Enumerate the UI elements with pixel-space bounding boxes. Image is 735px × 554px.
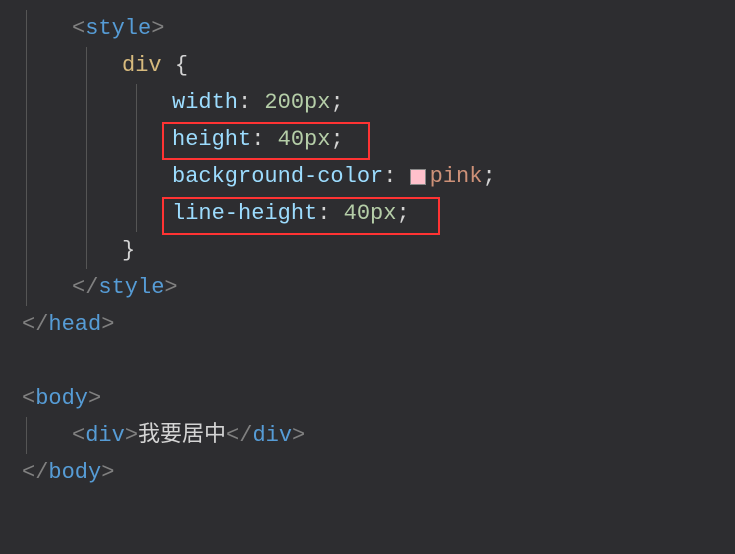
code-line[interactable]: </head> — [0, 306, 735, 343]
tag-div-close: div — [252, 417, 292, 454]
css-property: width — [172, 84, 238, 121]
tag-close-bracket: > — [292, 417, 305, 454]
code-line[interactable]: background-color: pink; — [0, 158, 735, 195]
css-colon: : — [317, 195, 343, 232]
tag-style: style — [85, 10, 151, 47]
css-value: 200px — [264, 84, 330, 121]
css-brace-close: } — [122, 232, 135, 269]
code-line[interactable]: div { — [0, 47, 735, 84]
code-line-empty[interactable] — [0, 343, 735, 380]
css-semi: ; — [330, 84, 343, 121]
code-line[interactable]: height: 40px; — [0, 121, 735, 158]
tag-head-close: head — [48, 306, 101, 343]
code-line[interactable]: <style> — [0, 10, 735, 47]
tag-open-bracket: </ — [72, 269, 98, 306]
tag-close-bracket: > — [164, 269, 177, 306]
css-value: 40px — [278, 121, 331, 158]
css-selector: div — [122, 47, 162, 84]
css-value: pink — [430, 158, 483, 195]
css-colon: : — [383, 158, 409, 195]
css-property: background-color — [172, 158, 383, 195]
tag-open-bracket: < — [72, 10, 85, 47]
css-semi: ; — [482, 158, 495, 195]
code-line[interactable]: </style> — [0, 269, 735, 306]
tag-close-bracket: > — [151, 10, 164, 47]
tag-body: body — [35, 380, 88, 417]
css-brace-open: { — [175, 47, 188, 84]
code-line[interactable]: width: 200px; — [0, 84, 735, 121]
code-editor[interactable]: <style> div { width: 200px; height: 40px… — [0, 10, 735, 491]
color-swatch-icon — [410, 169, 426, 185]
code-line[interactable]: line-height: 40px; — [0, 195, 735, 232]
tag-open-bracket: < — [22, 380, 35, 417]
code-line[interactable]: <body> — [0, 380, 735, 417]
text-content: 我要居中 — [138, 417, 226, 454]
tag-style-close: style — [98, 269, 164, 306]
css-semi: ; — [330, 121, 343, 158]
tag-close-bracket: > — [88, 380, 101, 417]
css-colon: : — [251, 121, 277, 158]
code-line[interactable]: </body> — [0, 454, 735, 491]
css-property: height — [172, 121, 251, 158]
css-semi: ; — [396, 195, 409, 232]
css-property: line-height — [172, 195, 317, 232]
code-line[interactable]: <div>我要居中</div> — [0, 417, 735, 454]
css-value: 40px — [344, 195, 397, 232]
code-line[interactable]: } — [0, 232, 735, 269]
css-colon: : — [238, 84, 264, 121]
tag-div: div — [85, 417, 125, 454]
tag-close-bracket: > — [101, 306, 114, 343]
tag-open-bracket: < — [72, 417, 85, 454]
tag-body-close: body — [48, 454, 101, 491]
css-space — [162, 47, 175, 84]
tag-open-bracket: </ — [22, 454, 48, 491]
tag-open-bracket: </ — [226, 417, 252, 454]
tag-close-bracket: > — [101, 454, 114, 491]
tag-open-bracket: </ — [22, 306, 48, 343]
tag-close-bracket: > — [125, 417, 138, 454]
